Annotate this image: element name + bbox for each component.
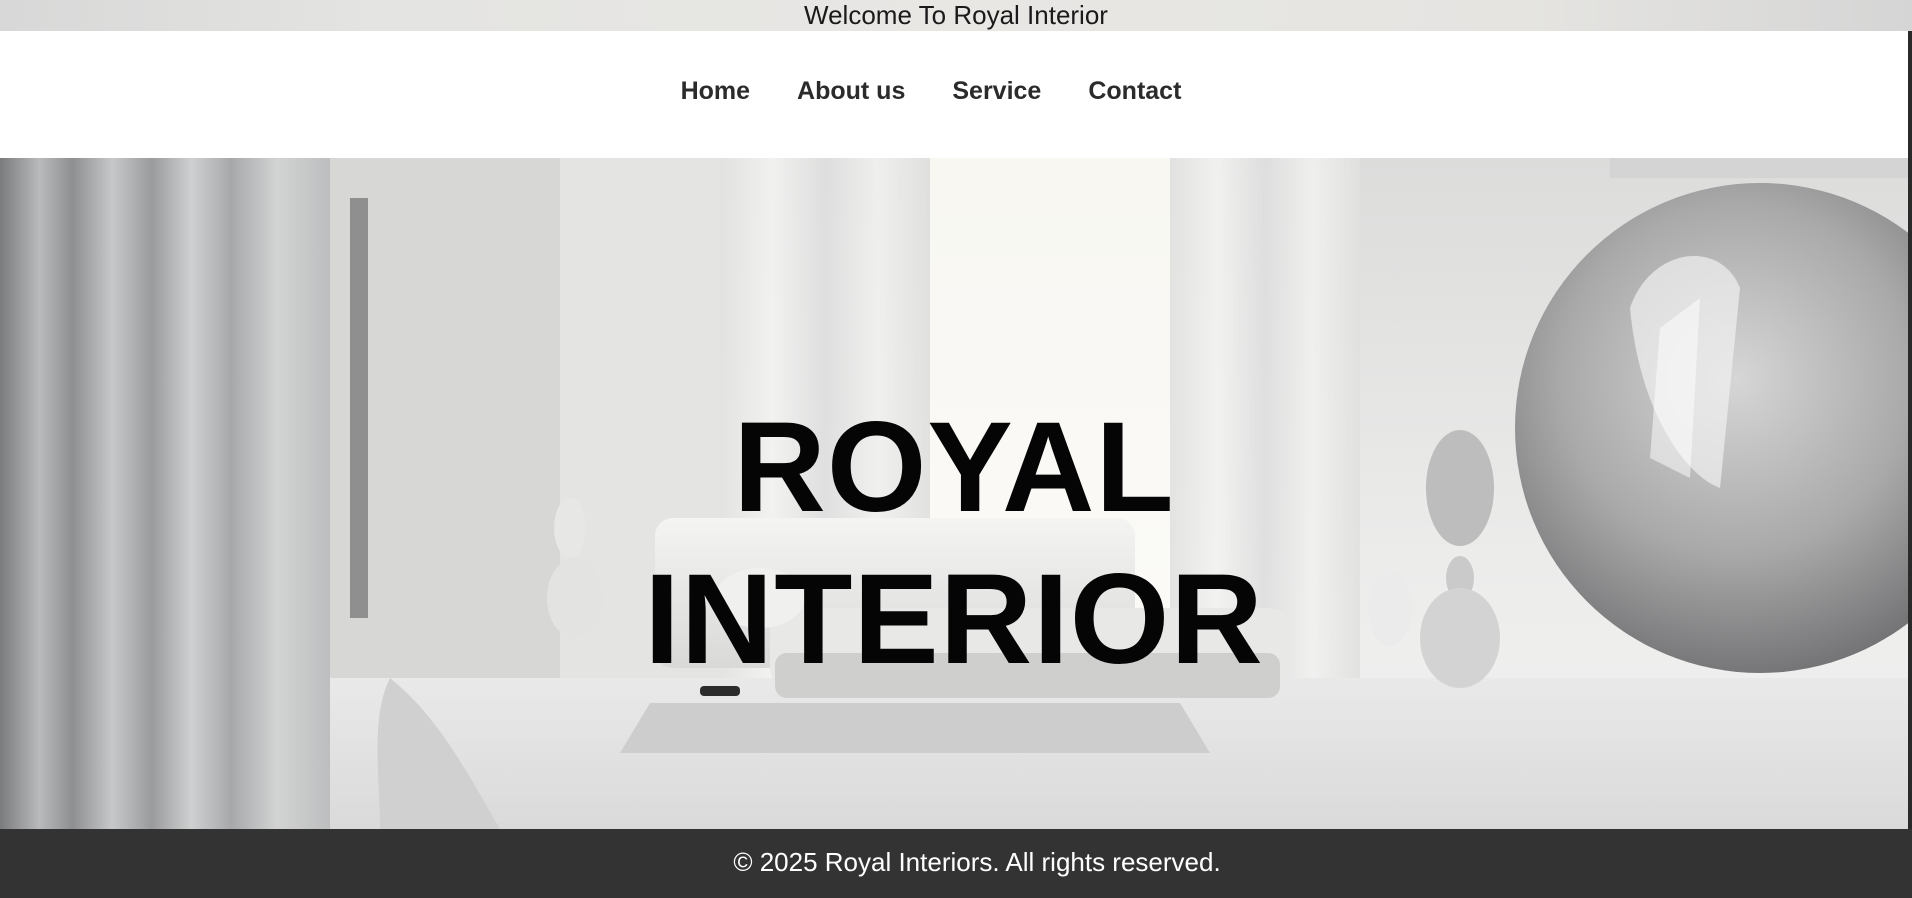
- hero-title: ROYAL INTERIOR: [0, 392, 1908, 696]
- nav-list: Home About us Service Contact: [0, 76, 1908, 106]
- nav-link-contact[interactable]: Contact: [1088, 77, 1181, 105]
- nav-link-home[interactable]: Home: [681, 77, 750, 105]
- footer: © 2025 Royal Interiors. All rights reser…: [0, 829, 1912, 898]
- window-edge: [1908, 31, 1912, 829]
- nav-item-about: About us: [797, 76, 905, 106]
- hero-title-line-1: ROYAL: [733, 395, 1175, 539]
- nav-item-home: Home: [681, 76, 750, 106]
- welcome-text: Welcome To Royal Interior: [804, 0, 1108, 30]
- nav-link-service[interactable]: Service: [952, 77, 1041, 105]
- hero-section: ROYAL INTERIOR: [0, 158, 1908, 829]
- copyright-text: © 2025 Royal Interiors. All rights reser…: [733, 847, 1221, 877]
- welcome-bar: Welcome To Royal Interior: [0, 0, 1912, 31]
- nav-item-contact: Contact: [1088, 76, 1181, 106]
- hero-title-line-2: INTERIOR: [644, 547, 1264, 691]
- nav-item-service: Service: [952, 76, 1041, 106]
- page: Welcome To Royal Interior Home About us …: [0, 0, 1912, 898]
- main-nav: Home About us Service Contact: [0, 31, 1908, 158]
- nav-link-about[interactable]: About us: [797, 77, 905, 105]
